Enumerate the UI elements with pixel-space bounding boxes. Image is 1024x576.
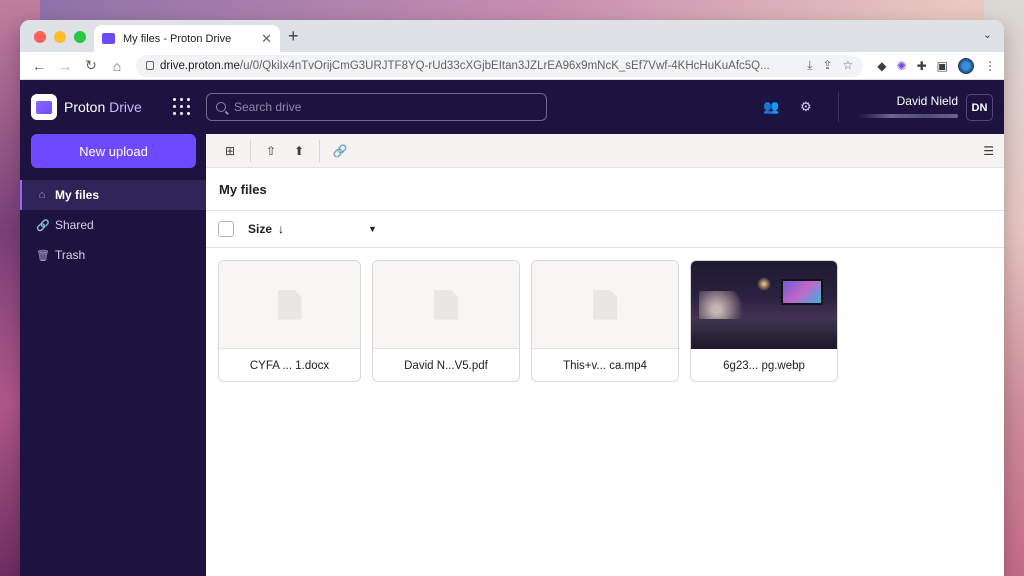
- layers-extension-icon[interactable]: ◆: [877, 59, 886, 73]
- file-card[interactable]: CYFA ... 1.docx: [218, 260, 361, 382]
- sort-bar: Size ↓ ▼: [206, 211, 1004, 248]
- list-view-icon[interactable]: ☰: [983, 144, 994, 158]
- file-grid: CYFA ... 1.docx David N...V5.pdf This+v.…: [218, 260, 838, 382]
- upload-folder-icon[interactable]: ⇧: [257, 139, 285, 163]
- file-icon: [277, 289, 302, 320]
- apps-grid-icon[interactable]: [173, 98, 191, 116]
- minimize-window-button[interactable]: [54, 31, 66, 43]
- file-card[interactable]: 6g23... pg.webp: [690, 260, 838, 382]
- close-tab-icon[interactable]: ✕: [261, 31, 272, 47]
- upload-file-icon[interactable]: ⬆: [285, 139, 313, 163]
- page-title: My files: [206, 168, 1004, 211]
- extensions-area: ◆ ✺ ✚ ▣ ⋮: [877, 57, 996, 74]
- proton-drive-favicon-icon: [102, 33, 115, 44]
- sidebar-item-my-files[interactable]: ⌂ My files: [20, 180, 206, 210]
- browser-menu-icon[interactable]: ⋮: [984, 59, 996, 73]
- file-name: David N...V5.pdf: [404, 359, 488, 372]
- browser-toolbar: ← → ↻ ⌂ drive.proton.me/u/0/QkiIx4nTvOri…: [20, 52, 1004, 80]
- action-toolbar: ⊞ ⇧ ⬆ 🔗 ☰: [206, 134, 1004, 168]
- new-tab-button[interactable]: +: [288, 26, 299, 47]
- bookmark-star-icon[interactable]: ☆: [843, 58, 854, 73]
- sort-dropdown-caret-icon[interactable]: ▼: [368, 224, 377, 234]
- sidebar-item-label: Trash: [55, 248, 86, 262]
- file-card[interactable]: David N...V5.pdf: [372, 260, 520, 382]
- file-icon: [434, 289, 458, 320]
- search-input[interactable]: [234, 100, 537, 114]
- user-name: David Nield: [896, 94, 958, 108]
- file-thumbnail: [373, 261, 519, 349]
- contacts-icon[interactable]: 👥: [763, 99, 779, 115]
- omnibox-actions: ⤓ ⇪ ☆: [807, 58, 853, 73]
- sidebar-item-label: My files: [55, 188, 100, 202]
- main-content: ⊞ ⇧ ⬆ 🔗 ☰ My files Size ↓ ▼ CYFA ... 1.d…: [206, 134, 1004, 576]
- browser-window: My files - Proton Drive ✕ + ⌄ ← → ↻ ⌂ dr…: [20, 20, 1004, 576]
- settings-gear-icon[interactable]: ⚙: [800, 99, 812, 115]
- logo-text-drive: Drive: [109, 99, 142, 115]
- window-controls: [34, 31, 86, 43]
- file-icon: [593, 289, 617, 320]
- search-box[interactable]: [206, 93, 547, 121]
- toolbar-separator: [250, 139, 251, 162]
- back-button[interactable]: ←: [28, 55, 50, 77]
- forward-button[interactable]: →: [54, 55, 76, 77]
- file-thumbnail: [532, 261, 678, 349]
- tab-search-chevron-icon[interactable]: ⌄: [983, 28, 992, 41]
- proton-drive-logo[interactable]: Proton Drive: [31, 94, 142, 120]
- app-header: Proton Drive 👥 ⚙ David Nield DN: [20, 80, 1004, 134]
- home-button[interactable]: ⌂: [106, 55, 128, 77]
- sidebar: New upload ⌂ My files 🔗 Shared 🗑 Trash: [20, 134, 206, 576]
- sidebar-item-label: Shared: [55, 218, 94, 232]
- sidebar-item-trash[interactable]: 🗑 Trash: [20, 240, 206, 270]
- toolbar-separator: [319, 139, 320, 162]
- share-link-icon[interactable]: 🔗: [326, 139, 354, 163]
- maximize-window-button[interactable]: [74, 31, 86, 43]
- user-info[interactable]: David Nield: [858, 94, 958, 118]
- file-name: This+v... ca.mp4: [563, 359, 647, 372]
- file-card[interactable]: This+v... ca.mp4: [531, 260, 679, 382]
- file-thumbnail: [219, 261, 360, 349]
- close-window-button[interactable]: [34, 31, 46, 43]
- profile-avatar-icon[interactable]: [958, 57, 974, 74]
- user-email-redacted: [858, 114, 958, 118]
- user-avatar[interactable]: DN: [966, 94, 993, 121]
- tab-title: My files - Proton Drive: [123, 32, 232, 45]
- select-all-checkbox[interactable]: [218, 221, 234, 237]
- lock-icon[interactable]: [146, 61, 154, 70]
- sort-label[interactable]: Size: [248, 222, 272, 236]
- search-icon: [216, 102, 226, 112]
- new-folder-icon[interactable]: ⊞: [216, 139, 244, 163]
- link-icon: 🔗: [36, 219, 50, 232]
- trash-icon: 🗑: [36, 249, 50, 262]
- side-panel-icon[interactable]: ▣: [937, 59, 948, 73]
- file-name: CYFA ... 1.docx: [249, 359, 330, 372]
- app-body: New upload ⌂ My files 🔗 Shared 🗑 Trash ⊞…: [20, 134, 1004, 576]
- browser-tab[interactable]: My files - Proton Drive ✕: [94, 25, 280, 52]
- install-app-icon[interactable]: ⤓: [807, 58, 812, 73]
- url-text: drive.proton.me/u/0/QkiIx4nTvOrijCmG3URJ…: [160, 59, 770, 72]
- header-divider: [838, 92, 839, 122]
- image-thumbnail: [691, 261, 837, 349]
- puzzle-extensions-icon[interactable]: ✚: [917, 59, 927, 73]
- asterisk-extension-icon[interactable]: ✺: [897, 59, 907, 73]
- sort-direction-arrow-icon[interactable]: ↓: [278, 222, 284, 236]
- file-name: 6g23... pg.webp: [723, 359, 805, 372]
- tab-strip: My files - Proton Drive ✕ + ⌄: [20, 20, 1004, 52]
- logo-text-proton: Proton: [64, 99, 106, 115]
- address-bar[interactable]: drive.proton.me/u/0/QkiIx4nTvOrijCmG3URJ…: [136, 54, 864, 77]
- sidebar-item-shared[interactable]: 🔗 Shared: [20, 210, 206, 240]
- drive-icon: ⌂: [38, 189, 46, 201]
- reload-button[interactable]: ↻: [80, 55, 102, 77]
- drive-logo-icon: [31, 94, 57, 120]
- share-icon[interactable]: ⇪: [822, 58, 832, 73]
- new-upload-button[interactable]: New upload: [31, 134, 196, 168]
